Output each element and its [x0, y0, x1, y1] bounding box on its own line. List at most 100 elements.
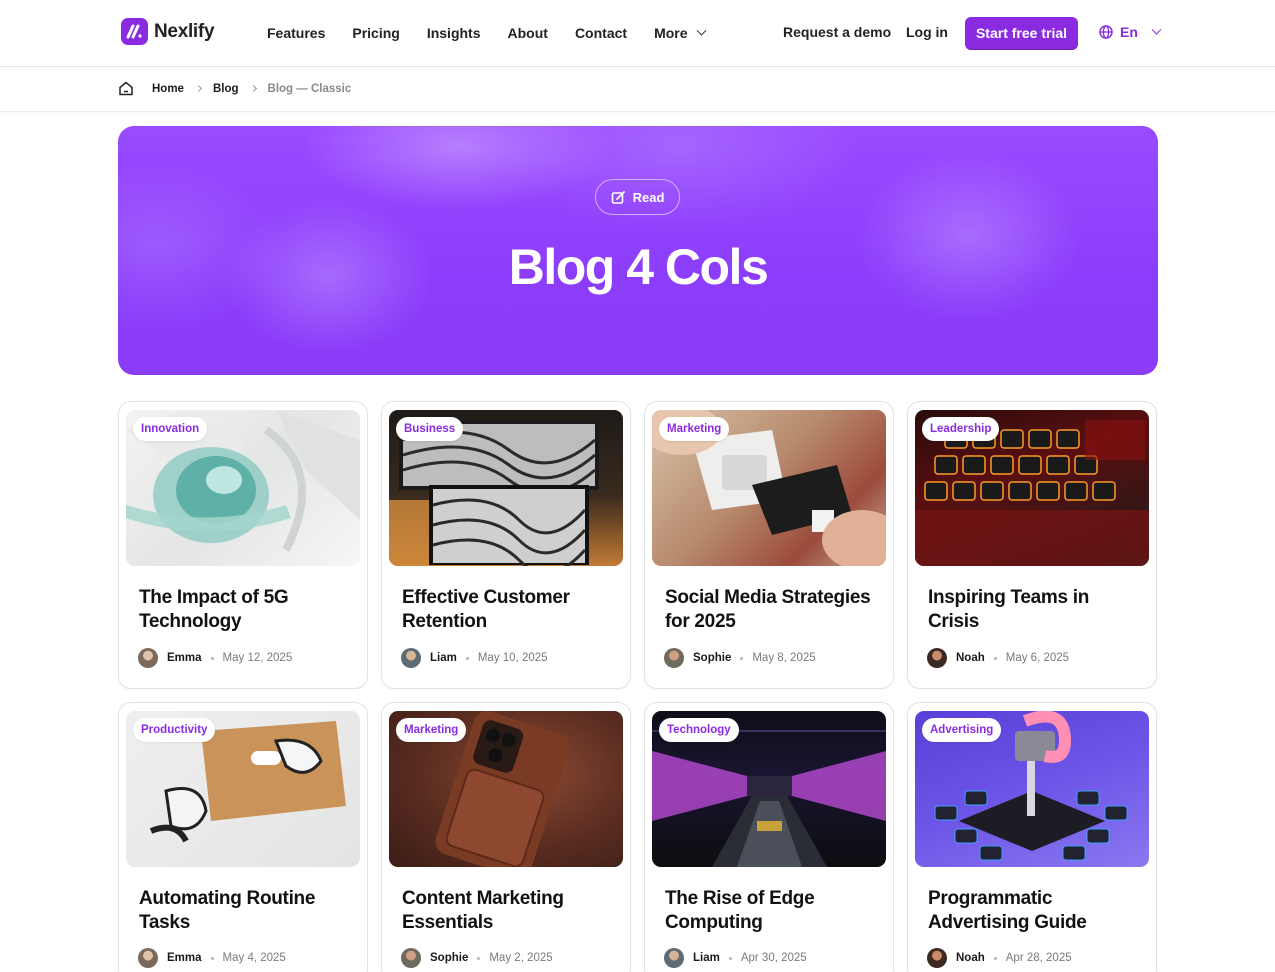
- blog-card[interactable]: Leadership Inspiring Teams in Crisis Noa…: [907, 401, 1157, 689]
- card-title[interactable]: Social Media Strategies for 2025: [665, 586, 880, 634]
- card-image: Productivity: [126, 711, 360, 867]
- request-demo-link[interactable]: Request a demo: [783, 24, 891, 40]
- brand-logo[interactable]: Nexlify: [121, 18, 215, 45]
- meta-separator: [477, 956, 481, 960]
- meta-separator: [993, 656, 997, 660]
- card-title[interactable]: Content Marketing Essentials: [402, 887, 617, 935]
- card-category-tag[interactable]: Productivity: [133, 718, 216, 742]
- card-title[interactable]: Automating Routine Tasks: [139, 887, 354, 935]
- breadcrumb-home[interactable]: Home: [152, 83, 184, 95]
- card-meta: Sophie May 8, 2025: [664, 648, 816, 668]
- card-author[interactable]: Sophie: [430, 952, 468, 964]
- nav-about[interactable]: About: [508, 24, 548, 42]
- main-nav: Features Pricing Insights About Contact …: [267, 24, 732, 42]
- nav-features[interactable]: Features: [267, 24, 325, 42]
- brand-name: Nexlify: [154, 20, 215, 42]
- nav-more[interactable]: More: [654, 24, 706, 42]
- card-title[interactable]: Effective Customer Retention: [402, 586, 617, 634]
- card-image: Marketing: [389, 711, 623, 867]
- hero-badge-label: Read: [632, 189, 665, 205]
- author-avatar: [664, 648, 684, 668]
- hero-badge: Read: [595, 179, 680, 215]
- login-link[interactable]: Log in: [906, 24, 948, 40]
- card-image: Innovation: [126, 410, 360, 566]
- blog-card[interactable]: Marketing Social Media Strategies for 20…: [644, 401, 894, 689]
- card-date: Apr 28, 2025: [1005, 952, 1072, 964]
- blog-card[interactable]: Advertising Programmatic Advertising Gui…: [907, 702, 1157, 972]
- card-meta: Noah Apr 28, 2025: [927, 948, 1072, 968]
- card-author[interactable]: Noah: [956, 652, 985, 664]
- card-category-tag[interactable]: Marketing: [659, 417, 730, 441]
- card-meta: Emma May 4, 2025: [138, 948, 286, 968]
- card-author[interactable]: Noah: [956, 952, 985, 964]
- author-avatar: [138, 648, 158, 668]
- card-meta: Noah May 6, 2025: [927, 648, 1069, 668]
- blog-card[interactable]: Innovation The Impact of 5G Technology E…: [118, 401, 368, 689]
- card-image: Business: [389, 410, 623, 566]
- card-category-tag[interactable]: Technology: [659, 718, 739, 742]
- card-title[interactable]: The Impact of 5G Technology: [139, 586, 354, 634]
- card-date: Apr 30, 2025: [740, 952, 807, 964]
- blog-card[interactable]: Productivity Automating Routine Tasks Em…: [118, 702, 368, 972]
- card-category-tag[interactable]: Leadership: [922, 417, 1000, 441]
- blog-card[interactable]: Technology The Rise of Edge Computing Li…: [644, 702, 894, 972]
- card-meta: Liam May 10, 2025: [401, 648, 548, 668]
- nav-insights[interactable]: Insights: [427, 24, 481, 42]
- card-category-tag[interactable]: Marketing: [396, 718, 467, 742]
- card-date: May 6, 2025: [1005, 652, 1070, 664]
- blog-card[interactable]: Marketing Content Marketing Essentials S…: [381, 702, 631, 972]
- meta-separator: [740, 656, 744, 660]
- author-avatar: [138, 948, 158, 968]
- home-icon[interactable]: [118, 81, 134, 96]
- card-category-tag[interactable]: Advertising: [922, 718, 1002, 742]
- chevron-right-icon: [249, 84, 257, 93]
- nav-contact[interactable]: Contact: [575, 24, 627, 42]
- nav-pricing[interactable]: Pricing: [352, 24, 399, 42]
- card-title[interactable]: The Rise of Edge Computing: [665, 887, 880, 935]
- meta-separator: [465, 656, 469, 660]
- card-category-tag[interactable]: Innovation: [133, 417, 208, 441]
- card-image: Advertising: [915, 711, 1149, 867]
- chevron-down-icon: [1151, 24, 1162, 35]
- author-avatar: [401, 948, 421, 968]
- meta-separator: [993, 956, 997, 960]
- edit-icon: [611, 190, 625, 204]
- card-meta: Liam Apr 30, 2025: [664, 948, 807, 968]
- card-date: May 2, 2025: [489, 952, 553, 964]
- card-author[interactable]: Sophie: [693, 652, 731, 664]
- card-author[interactable]: Emma: [167, 952, 202, 964]
- author-avatar: [927, 648, 947, 668]
- breadcrumb-current: Blog — Classic: [267, 82, 352, 95]
- card-meta: Sophie May 2, 2025: [401, 948, 553, 968]
- blog-card[interactable]: Business Effective Customer Retention Li…: [381, 401, 631, 689]
- card-author[interactable]: Emma: [167, 652, 202, 664]
- card-image: Marketing: [652, 410, 886, 566]
- site-header: Nexlify Features Pricing Insights About …: [0, 0, 1275, 67]
- card-author[interactable]: Liam: [693, 952, 720, 964]
- card-date: May 10, 2025: [477, 652, 548, 664]
- start-trial-button[interactable]: Start free trial: [965, 17, 1078, 49]
- meta-separator: [210, 656, 214, 660]
- language-label: En: [1120, 24, 1138, 40]
- chevron-right-icon: [194, 84, 202, 93]
- hero-banner: Read Blog 4 Cols: [118, 126, 1158, 375]
- card-title[interactable]: Inspiring Teams in Crisis: [928, 586, 1143, 634]
- card-title[interactable]: Programmatic Advertising Guide: [928, 887, 1143, 935]
- globe-icon: [1099, 25, 1113, 39]
- card-date: May 12, 2025: [222, 652, 293, 664]
- language-selector[interactable]: En: [1099, 24, 1162, 40]
- card-image: Technology: [652, 711, 886, 867]
- author-avatar: [401, 648, 421, 668]
- card-author[interactable]: Liam: [430, 652, 457, 664]
- breadcrumb-bar: Home Blog Blog — Classic: [0, 67, 1275, 112]
- breadcrumb-blog[interactable]: Blog: [213, 83, 239, 95]
- card-date: May 4, 2025: [222, 952, 286, 964]
- card-date: May 8, 2025: [752, 652, 816, 664]
- author-avatar: [927, 948, 947, 968]
- author-avatar: [664, 948, 684, 968]
- card-category-tag[interactable]: Business: [396, 417, 464, 441]
- page-title: Blog 4 Cols: [508, 239, 769, 295]
- card-meta: Emma May 12, 2025: [138, 648, 292, 668]
- logo-icon: [121, 18, 148, 45]
- chevron-down-icon: [696, 25, 706, 36]
